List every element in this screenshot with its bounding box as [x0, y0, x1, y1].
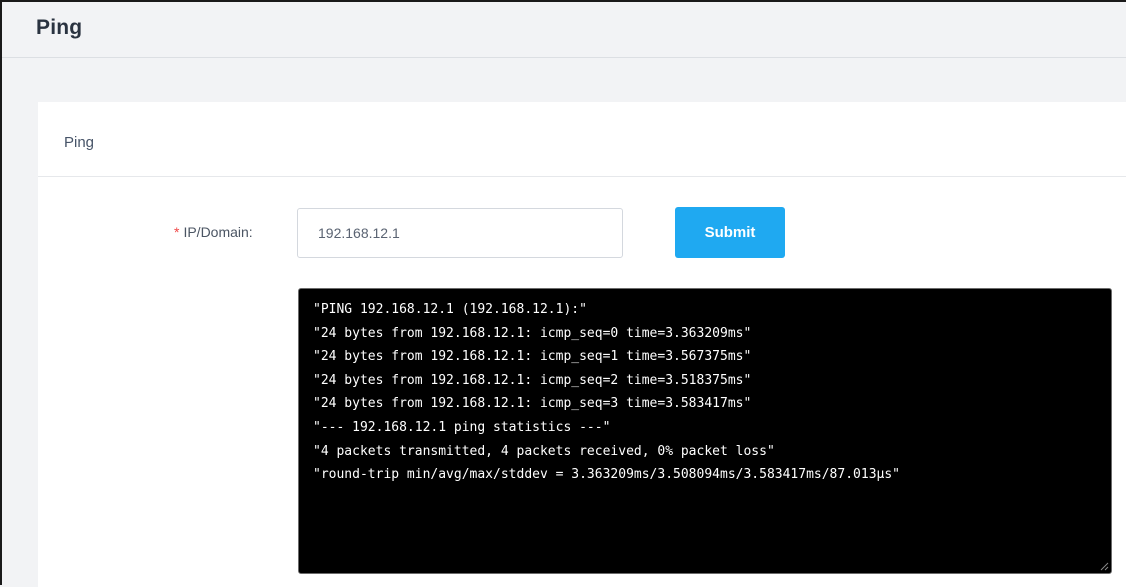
console-line: "PING 192.168.12.1 (192.168.12.1):"	[313, 302, 587, 317]
console-line: "4 packets transmitted, 4 packets receiv…	[313, 443, 775, 459]
console-line: "24 bytes from 192.168.12.1: icmp_seq=0 …	[313, 325, 752, 341]
submit-button[interactable]: Submit	[675, 207, 785, 258]
ip-domain-label-text: IP/Domain:	[183, 224, 253, 240]
console-line: "24 bytes from 192.168.12.1: icmp_seq=2 …	[313, 372, 752, 388]
page-title: Ping	[36, 16, 83, 39]
console-line: "24 bytes from 192.168.12.1: icmp_seq=1 …	[313, 349, 752, 365]
card-title: Ping	[64, 134, 95, 151]
console-line: "24 bytes from 192.168.12.1: icmp_seq=3 …	[313, 396, 752, 412]
console-line: "round-trip min/avg/max/stddev = 3.36320…	[313, 467, 900, 483]
page-header: Ping	[2, 2, 1126, 58]
console-line: "--- 192.168.12.1 ping statistics ---"	[313, 419, 611, 435]
ping-output-console[interactable]: "PING 192.168.12.1 (192.168.12.1):" "24 …	[298, 288, 1112, 574]
card-header: Ping	[38, 102, 1126, 177]
ping-card: Ping *IP/Domain: Submit "PING 192.168.12…	[38, 102, 1126, 587]
ip-domain-input[interactable]	[297, 208, 623, 258]
resize-grip-icon[interactable]	[1099, 561, 1109, 571]
ip-domain-label: * IP/Domain:	[174, 224, 253, 240]
app-frame: Ping Ping *IP/Domain: Submit "PING 192.1…	[0, 0, 1126, 587]
required-marker: *	[174, 224, 180, 240]
